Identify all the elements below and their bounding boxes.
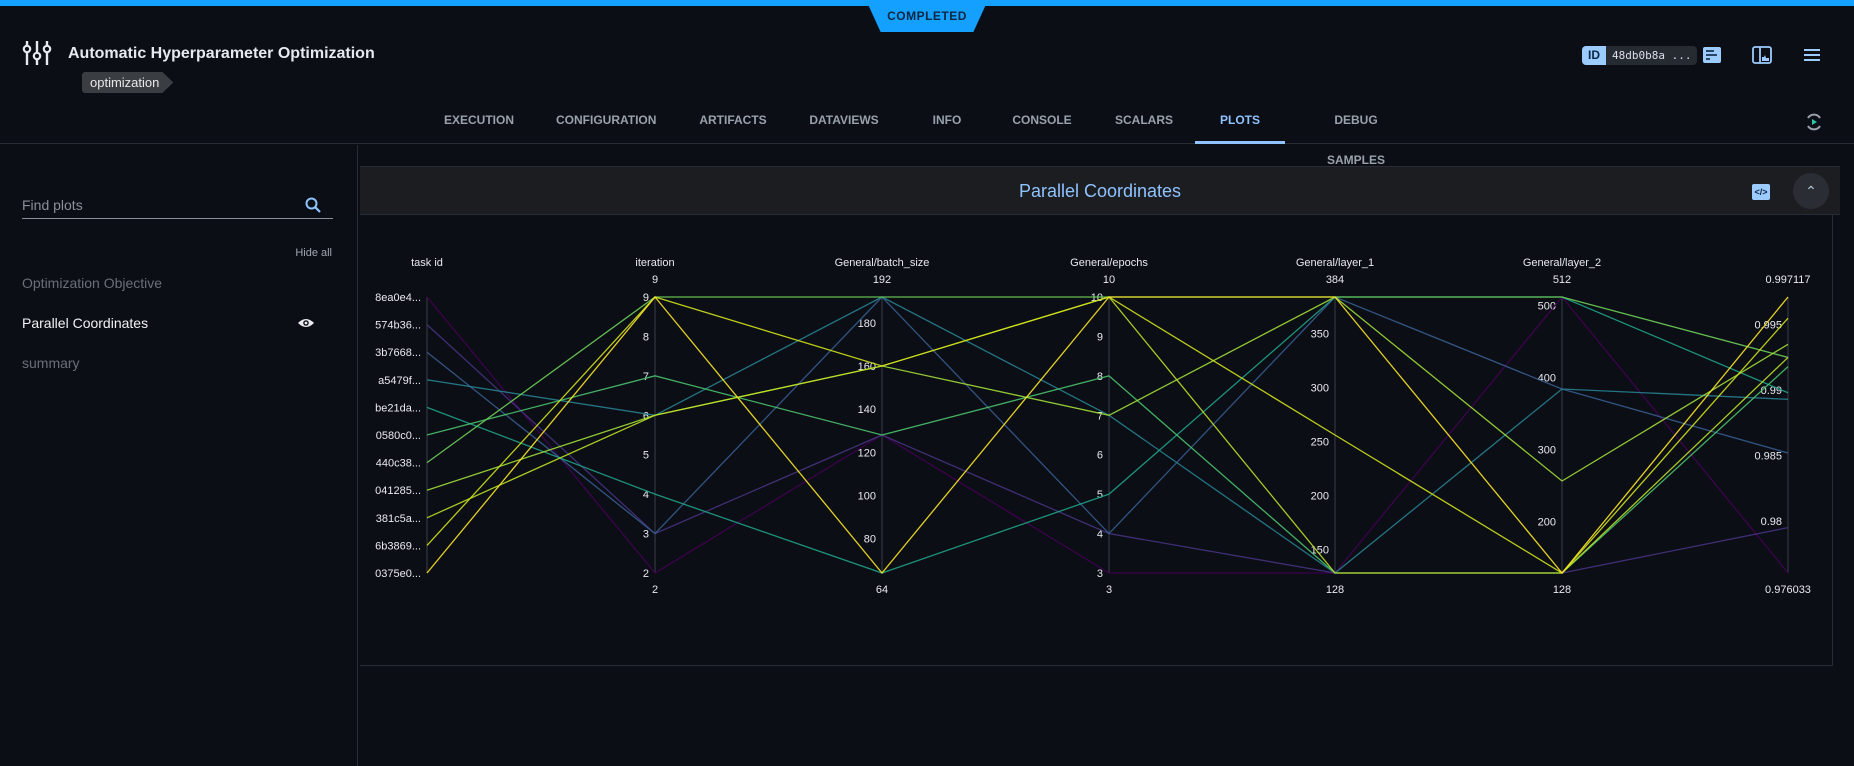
axis-title: General/batch_size — [835, 257, 930, 269]
plot-item-summary[interactable]: summary — [22, 355, 80, 371]
tick-label: 120 — [858, 447, 876, 459]
tick-label: 0375e0... — [375, 568, 421, 580]
tick-label: 140 — [858, 404, 876, 416]
tab-info[interactable]: INFO — [930, 100, 964, 144]
tab-execution[interactable]: EXECUTION — [444, 100, 514, 144]
tick-label: 9 — [1097, 331, 1103, 343]
tab-artifacts[interactable]: ARTIFACTS — [698, 100, 768, 144]
tick-label: 300 — [1311, 383, 1329, 395]
data-line — [426, 296, 1789, 464]
search-input[interactable] — [22, 193, 292, 217]
axis-title: task id — [411, 257, 443, 269]
parallel-coordinates-chart: task id 8ea0e4... 574b36... 3b7668... a5479f… — [360, 215, 1833, 666]
axis-min-label: 3 — [1106, 584, 1112, 596]
tab-console[interactable]: CONSOLE — [1012, 100, 1072, 144]
tab-scalars[interactable]: SCALARS — [1114, 100, 1174, 144]
tick-label: 3 — [643, 529, 649, 541]
plot-item-parallel-coordinates[interactable]: Parallel Coordinates — [22, 315, 148, 331]
tick-label: 3b7668... — [375, 347, 421, 359]
details-panel-icon[interactable] — [1702, 46, 1722, 64]
tick-label: 8 — [1097, 371, 1103, 383]
tick-label: 2 — [643, 568, 649, 580]
axis-min-label: 2 — [652, 584, 658, 596]
plot-panel-header: Parallel Coordinates </> ⌃ — [360, 166, 1840, 215]
tick-label: 0.99 — [1761, 385, 1782, 397]
chart-svg: task id 8ea0e4... 574b36... 3b7668... a5479f… — [375, 257, 1811, 596]
axis-title: General/layer_2 — [1523, 257, 1601, 269]
tick-label: be21da... — [375, 402, 421, 414]
axis-min-label: 128 — [1326, 584, 1344, 596]
tag-optimization[interactable]: optimization — [82, 72, 174, 93]
tick-label: a5479f... — [378, 375, 421, 387]
embed-code-icon[interactable]: </> — [1752, 184, 1770, 200]
plot-item-optimization-objective[interactable]: Optimization Objective — [22, 275, 162, 291]
axis-title: iteration — [635, 257, 674, 269]
axis-max-label: 0.997117 — [1765, 274, 1810, 286]
plot-title: Parallel Coordinates — [1018, 181, 1182, 201]
axis-min-label: 64 — [876, 584, 888, 596]
tab-dataviews[interactable]: DATAVIEWS — [808, 100, 880, 144]
search-icon[interactable] — [305, 197, 321, 213]
tick-label: 0.985 — [1754, 451, 1782, 463]
task-id-badge[interactable]: ID 48db0b8a ... — [1582, 46, 1698, 65]
tab-plots[interactable]: PLOTS — [1195, 100, 1285, 144]
tick-label: 041285... — [375, 485, 421, 497]
tick-label: 8 — [643, 331, 649, 343]
axis-title: General/epochs — [1070, 257, 1148, 269]
axis-max-label: 10 — [1103, 274, 1115, 286]
axis-max-label: 9 — [652, 274, 658, 286]
tick-label: 6 — [1097, 450, 1103, 462]
tick-label: 0580c0... — [376, 430, 421, 442]
tick-label: 80 — [864, 534, 876, 546]
tick-label: 8ea0e4... — [375, 292, 421, 304]
tick-label: 7 — [643, 371, 649, 383]
id-label: ID — [1582, 46, 1606, 65]
page-title: Automatic Hyperparameter Optimization — [68, 45, 375, 62]
split-view-icon[interactable] — [1752, 46, 1772, 64]
axis-title: General/layer_1 — [1296, 257, 1374, 269]
tick-label: 200 — [1311, 490, 1329, 502]
tab-configuration[interactable]: CONFIGURATION — [556, 100, 656, 144]
hyperparameter-sliders-icon — [22, 41, 52, 65]
hide-all-button[interactable]: Hide all — [295, 247, 332, 259]
tick-label: 440c38... — [376, 458, 421, 470]
menu-icon[interactable] — [1802, 46, 1822, 64]
eye-icon[interactable] — [297, 317, 315, 329]
tick-label: 3 — [1097, 568, 1103, 580]
collapse-button[interactable]: ⌃ — [1793, 173, 1829, 209]
tick-label: 300 — [1538, 444, 1556, 456]
id-value: 48db0b8a ... — [1606, 46, 1698, 65]
tick-label: 250 — [1311, 436, 1329, 448]
axis-min-label: 128 — [1553, 584, 1571, 596]
data-line — [426, 366, 1789, 574]
find-plots-search — [22, 193, 333, 219]
tick-label: 6b3869... — [375, 540, 421, 552]
tick-label: 0.98 — [1761, 516, 1782, 528]
tick-label: 5 — [643, 450, 649, 462]
axis-max-label: 384 — [1326, 274, 1344, 286]
tick-label: 100 — [858, 490, 876, 502]
tick-label: 381c5a... — [376, 513, 421, 525]
plots-sidebar: Hide all Optimization Objective Parallel… — [0, 145, 358, 766]
tick-label: 200 — [1538, 516, 1556, 528]
auto-refresh-icon[interactable] — [1804, 112, 1824, 132]
data-line — [426, 324, 1789, 574]
tick-label: 574b36... — [375, 320, 421, 332]
tick-label: 350 — [1311, 329, 1329, 341]
tick-label: 5 — [1097, 489, 1103, 501]
axis-max-label: 192 — [873, 274, 891, 286]
tab-debug-samples[interactable]: DEBUG SAMPLES — [1306, 100, 1406, 167]
axis-max-label: 512 — [1553, 274, 1571, 286]
axis-min-label: 0.976033 — [1765, 584, 1811, 596]
tab-bar: EXECUTION CONFIGURATION ARTIFACTS DATAVI… — [0, 100, 1854, 167]
